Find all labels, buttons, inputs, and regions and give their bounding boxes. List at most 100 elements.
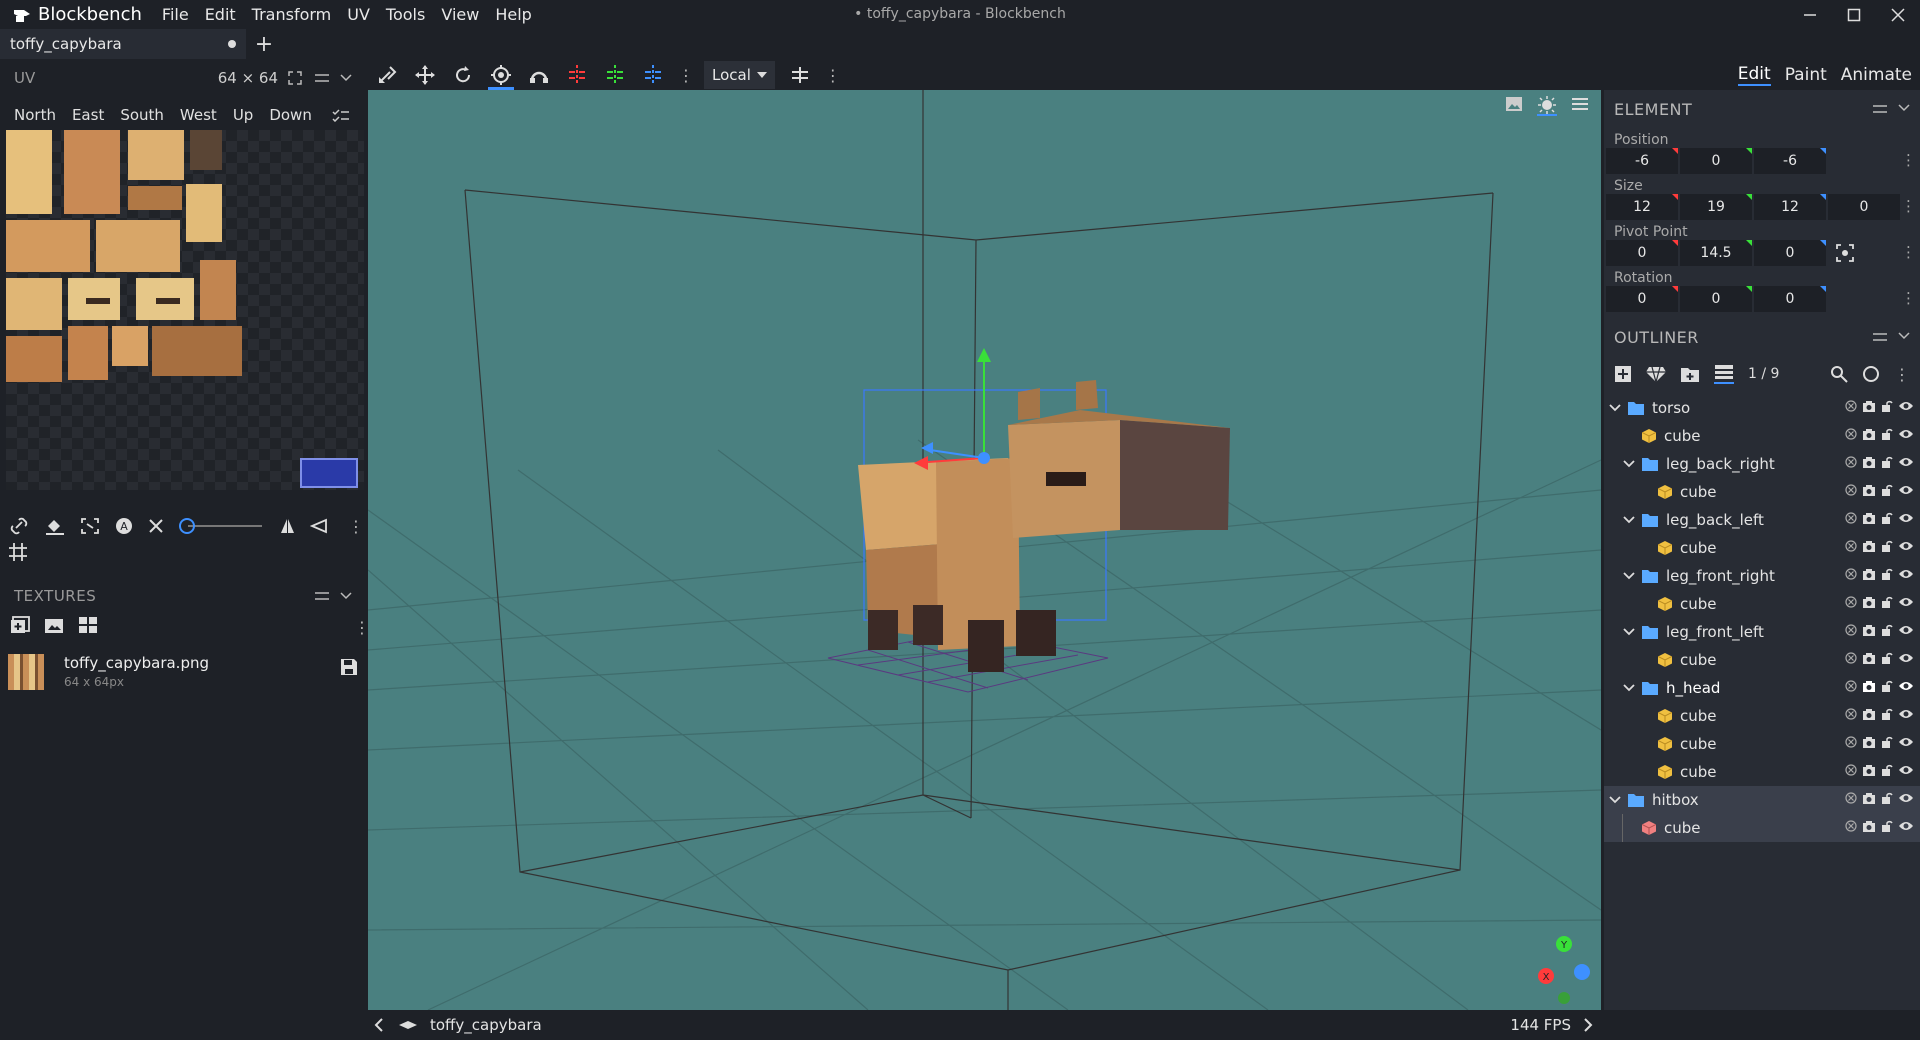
visibility-camera-icon[interactable] (1862, 680, 1876, 692)
toolbar-more-icon-2[interactable]: ⋮ (819, 66, 847, 85)
mode-edit[interactable]: Edit (1737, 64, 1771, 86)
menu-help[interactable]: Help (487, 5, 539, 24)
pivot-z-input[interactable]: 0 (1754, 240, 1826, 266)
add-cube-icon[interactable] (1614, 365, 1632, 383)
export-toggle-icon[interactable] (1845, 792, 1857, 804)
export-toggle-icon[interactable] (1845, 736, 1857, 748)
lock-icon[interactable] (1881, 792, 1893, 804)
mirror-x-icon[interactable] (278, 517, 296, 535)
size-more-icon[interactable]: ⋮ (1901, 197, 1916, 215)
lock-icon[interactable] (1881, 820, 1893, 832)
menu-lines-icon[interactable] (1872, 332, 1888, 342)
export-toggle-icon[interactable] (1845, 400, 1857, 412)
outliner-node-leg-front-right[interactable]: leg_front_right (1604, 562, 1920, 590)
lock-icon[interactable] (1881, 400, 1893, 412)
eye-icon[interactable] (1898, 596, 1914, 608)
chevron-left-icon[interactable] (374, 1018, 384, 1032)
auto-uv-icon[interactable]: A (114, 516, 134, 536)
eye-icon[interactable] (1898, 652, 1914, 664)
eye-icon[interactable] (1898, 736, 1914, 748)
menu-transform[interactable]: Transform (244, 5, 340, 24)
lock-icon[interactable] (1881, 764, 1893, 776)
visibility-camera-icon[interactable] (1862, 568, 1876, 580)
lock-icon[interactable] (1881, 680, 1893, 692)
menu-uv[interactable]: UV (339, 5, 378, 24)
lock-icon[interactable] (1881, 512, 1893, 524)
lighting-icon[interactable] (1537, 96, 1557, 116)
face-tab-south[interactable]: South (112, 106, 172, 124)
outliner-view-icon[interactable] (1714, 364, 1734, 384)
export-toggle-icon[interactable] (1845, 428, 1857, 440)
outliner-node-cube[interactable]: cube (1604, 590, 1920, 618)
visibility-camera-icon[interactable] (1862, 708, 1876, 720)
face-tab-west[interactable]: West (172, 106, 225, 124)
eye-icon[interactable] (1898, 540, 1914, 552)
outliner-node-hitbox[interactable]: hitbox (1604, 786, 1920, 814)
background-image-icon[interactable] (1505, 96, 1523, 116)
search-icon[interactable] (1830, 365, 1848, 383)
visibility-camera-icon[interactable] (1862, 512, 1876, 524)
eye-icon[interactable] (1898, 568, 1914, 580)
toolbar-more-icon[interactable]: ⋮ (672, 66, 700, 85)
lock-icon[interactable] (1881, 428, 1893, 440)
maximize-button[interactable] (1832, 0, 1876, 29)
viewport-menu-icon[interactable] (1571, 96, 1589, 116)
lock-icon[interactable] (1881, 624, 1893, 636)
chevron-right-icon[interactable] (1583, 1018, 1593, 1032)
rotation-y-input[interactable]: 0 (1680, 286, 1752, 312)
grid-icon[interactable] (8, 542, 28, 562)
eye-icon[interactable] (1898, 484, 1914, 496)
outliner-node-cube-selected[interactable]: cube (1604, 814, 1920, 842)
outliner-node-cube[interactable]: cube (1604, 646, 1920, 674)
snap-grid-button[interactable] (781, 60, 819, 90)
eye-icon[interactable] (1898, 792, 1914, 804)
outliner-node-cube[interactable]: cube (1604, 422, 1920, 450)
size-x-input[interactable]: 12 (1606, 194, 1678, 220)
eye-icon[interactable] (1898, 512, 1914, 524)
rotation-more-icon[interactable]: ⋮ (1901, 289, 1916, 307)
eye-icon[interactable] (1898, 428, 1914, 440)
rotation-z-input[interactable]: 0 (1754, 286, 1826, 312)
visibility-camera-icon[interactable] (1862, 456, 1876, 468)
eye-icon[interactable] (1898, 680, 1914, 692)
export-toggle-icon[interactable] (1845, 652, 1857, 664)
lock-icon[interactable] (1881, 596, 1893, 608)
chevron-down-icon[interactable] (1608, 404, 1622, 412)
pivot-y-input[interactable]: 14.5 (1680, 240, 1752, 266)
3d-viewport[interactable]: Y X (368, 90, 1601, 1010)
export-toggle-icon[interactable] (1845, 568, 1857, 580)
outliner-node-cube[interactable]: cube (1604, 730, 1920, 758)
texture-item[interactable]: toffy_capybara.png 64 x 64px (8, 654, 358, 700)
mode-animate[interactable]: Animate (1841, 65, 1912, 85)
outliner-node-torso[interactable]: torso (1604, 394, 1920, 422)
link-icon[interactable] (8, 517, 30, 535)
face-tab-down[interactable]: Down (261, 106, 320, 124)
visibility-camera-icon[interactable] (1862, 820, 1876, 832)
export-toggle-icon[interactable] (1845, 708, 1857, 720)
pivot-x-input[interactable]: 0 (1606, 240, 1678, 266)
lock-icon[interactable] (1881, 708, 1893, 720)
add-mesh-icon[interactable] (1646, 365, 1666, 383)
lock-icon[interactable] (1881, 540, 1893, 552)
outliner-more-icon[interactable]: ⋮ (1894, 365, 1910, 384)
center-pivot-icon[interactable] (1836, 244, 1854, 262)
chevron-down-icon[interactable] (340, 74, 352, 82)
mirror-y-button[interactable] (596, 60, 634, 90)
export-toggle-icon[interactable] (1845, 456, 1857, 468)
add-texture-icon[interactable] (10, 616, 30, 634)
export-toggle-icon[interactable] (1845, 512, 1857, 524)
unsaved-dot-icon[interactable] (228, 40, 236, 48)
rotation-x-input[interactable]: 0 (1606, 286, 1678, 312)
face-tab-north[interactable]: North (6, 106, 64, 124)
toggle-all-icon[interactable] (1862, 365, 1880, 383)
position-more-icon[interactable]: ⋮ (1901, 151, 1916, 169)
lock-icon[interactable] (1881, 456, 1893, 468)
import-texture-icon[interactable] (44, 616, 64, 634)
visibility-camera-icon[interactable] (1862, 540, 1876, 552)
transform-space-select[interactable]: Local (704, 61, 775, 89)
pivot-more-icon[interactable]: ⋮ (1901, 243, 1916, 261)
chevron-down-icon[interactable] (1622, 516, 1636, 524)
chevron-down-icon[interactable] (1898, 104, 1910, 114)
inflate-input[interactable]: 0 (1828, 194, 1900, 220)
pivot-tool-button[interactable] (482, 60, 520, 90)
